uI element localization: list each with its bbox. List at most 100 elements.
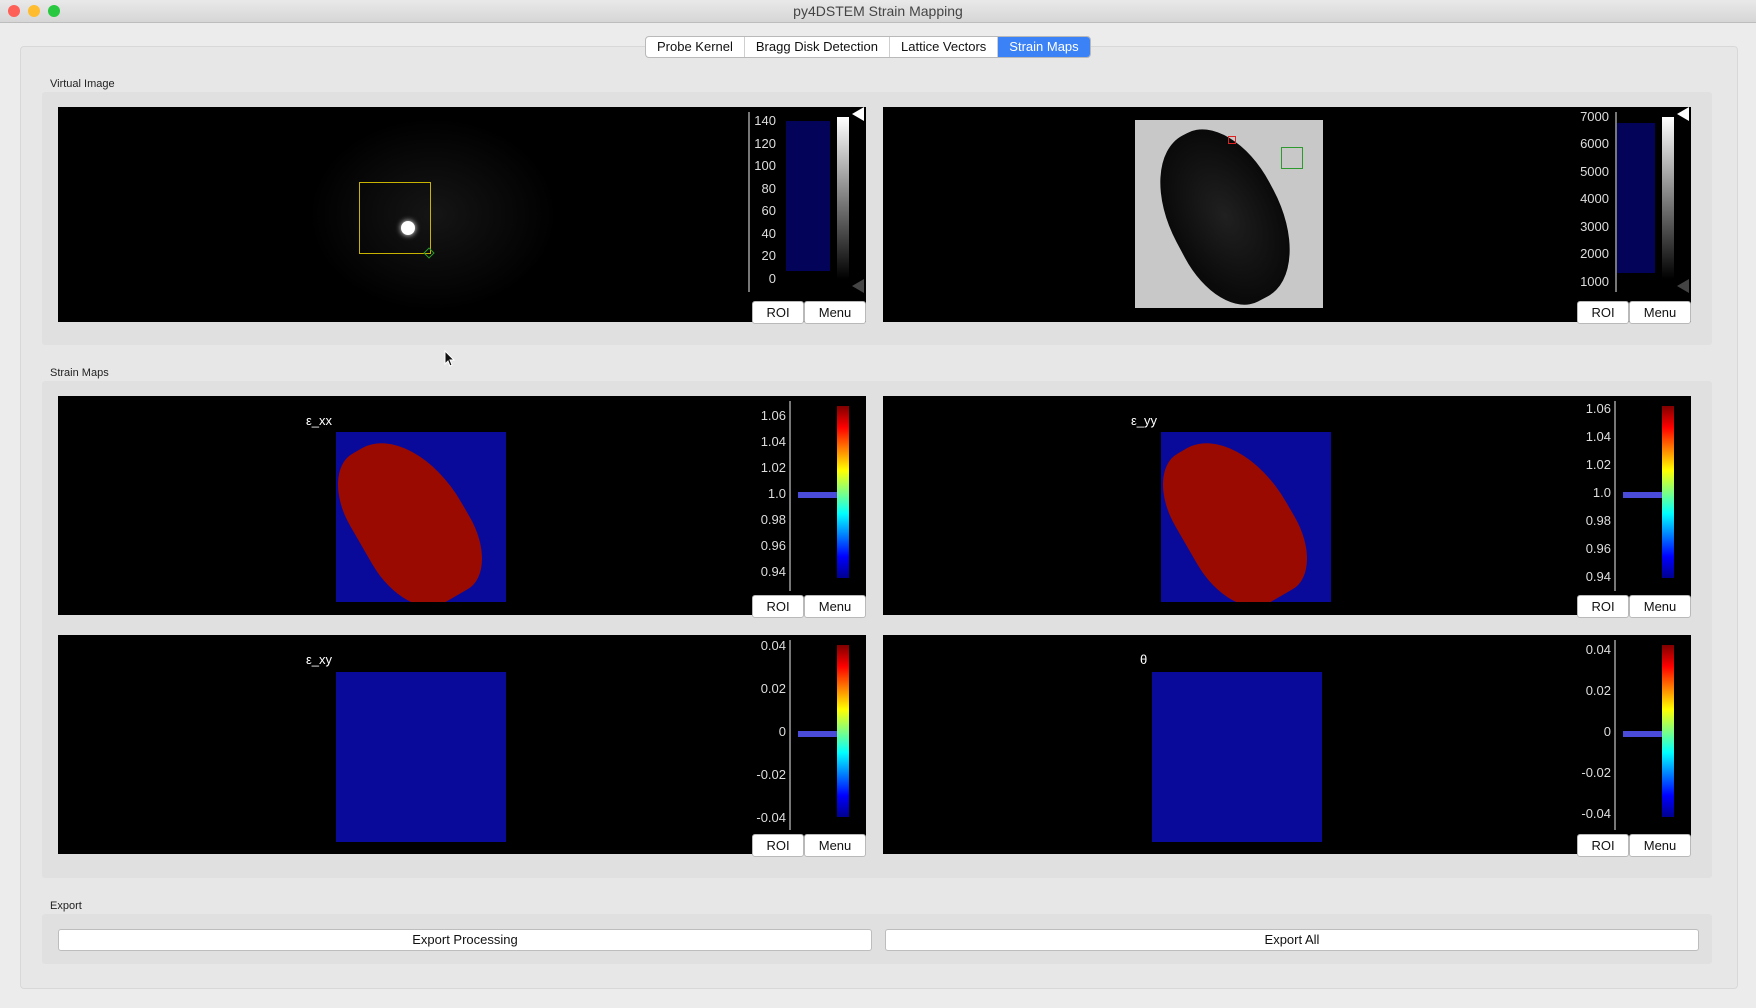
- tick-label: 40: [761, 226, 776, 241]
- tick-label: 80: [761, 181, 776, 196]
- strain-map-label: ε_xy: [306, 652, 333, 667]
- menu-button[interactable]: Menu: [1629, 834, 1691, 857]
- strain-map-exx-panel[interactable]: ε_xx: [58, 396, 866, 615]
- histogram-axis: [1614, 640, 1616, 830]
- strain-map-image: [1161, 432, 1331, 602]
- tick-label: 0.02: [1585, 683, 1611, 698]
- tick-label: 2000: [1580, 246, 1609, 261]
- tick-label: 7000: [1580, 109, 1609, 124]
- histogram-axis: [1614, 401, 1616, 591]
- export-processing-button[interactable]: Export Processing: [58, 929, 872, 951]
- particle-shape: [1133, 109, 1317, 322]
- tick-label: 0: [778, 724, 786, 739]
- mouse-cursor-icon: [444, 349, 456, 373]
- tick-label: 0.94: [760, 564, 786, 579]
- tick-label: -0.02: [1581, 765, 1611, 780]
- tick-label: 4000: [1580, 191, 1609, 206]
- level-handle-icon[interactable]: [1677, 279, 1689, 293]
- roi-box[interactable]: [359, 182, 431, 254]
- level-handle-icon[interactable]: [852, 107, 864, 121]
- virtual-image-section-label: Virtual Image: [50, 78, 115, 90]
- tick-label: 140: [754, 113, 776, 128]
- title-bar: py4DSTEM Strain Mapping: [0, 0, 1756, 23]
- menu-button[interactable]: Menu: [804, 595, 866, 618]
- export-all-button[interactable]: Export All: [885, 929, 1699, 951]
- jet-colorbar: [1662, 406, 1674, 578]
- particle-strain-region: [1161, 432, 1326, 602]
- tick-label: 1000: [1580, 274, 1609, 289]
- strain-map-image: [336, 672, 506, 842]
- tick-label: 1.02: [760, 460, 786, 475]
- tick-label: -0.02: [756, 767, 786, 782]
- window-title: py4DSTEM Strain Mapping: [793, 3, 963, 19]
- histogram-icon: [1617, 123, 1655, 273]
- tick-label: 0.04: [760, 638, 786, 653]
- roi-button[interactable]: ROI: [1577, 834, 1629, 857]
- tick-label: 1.06: [760, 408, 786, 423]
- strain-maps-section-label: Strain Maps: [50, 367, 109, 379]
- jet-colorbar: [837, 406, 849, 578]
- roi-button[interactable]: ROI: [752, 595, 804, 618]
- tick-label: 0.98: [1585, 513, 1611, 528]
- level-handle-icon[interactable]: [1677, 107, 1689, 121]
- close-window-button[interactable]: [8, 5, 20, 17]
- central-beam-spot: [401, 221, 415, 235]
- tick-label: 1.04: [760, 434, 786, 449]
- histogram-icon: [1623, 492, 1663, 498]
- strain-map-image: [336, 432, 506, 602]
- tick-label: 1.0: [1592, 485, 1611, 500]
- reference-roi-box[interactable]: [1281, 147, 1303, 169]
- histogram-axis: [789, 401, 791, 591]
- tick-label: 100: [754, 158, 776, 173]
- zoom-window-button[interactable]: [48, 5, 60, 17]
- histogram-icon: [786, 121, 830, 271]
- tick-label: 5000: [1580, 164, 1609, 179]
- tab-probe-kernel[interactable]: Probe Kernel: [646, 37, 745, 57]
- roi-button[interactable]: ROI: [752, 301, 804, 324]
- histogram-icon: [1623, 731, 1663, 737]
- tick-label: 1.0: [767, 486, 786, 501]
- tick-label: 0: [1603, 724, 1611, 739]
- menu-button[interactable]: Menu: [804, 301, 866, 324]
- tick-label: 3000: [1580, 219, 1609, 234]
- tick-label: 1.04: [1585, 429, 1611, 444]
- roi-button[interactable]: ROI: [752, 834, 804, 857]
- tick-label: 120: [754, 136, 776, 151]
- grayscale-colorbar: [1662, 117, 1674, 279]
- diffraction-pattern: [308, 117, 558, 312]
- probe-position-marker[interactable]: [1228, 136, 1236, 144]
- level-handle-icon[interactable]: [852, 279, 864, 293]
- tick-label: 0.02: [760, 681, 786, 696]
- tick-label: 60: [761, 203, 776, 218]
- strain-map-theta-panel[interactable]: θ: [883, 635, 1691, 854]
- histogram-icon: [798, 731, 838, 737]
- tick-label: 0.96: [760, 538, 786, 553]
- particle-strain-region: [336, 432, 501, 602]
- tab-bar: Probe Kernel Bragg Disk Detection Lattic…: [645, 36, 1091, 58]
- strain-map-image: [1152, 672, 1322, 842]
- tick-label: 0.96: [1585, 541, 1611, 556]
- tab-bragg-disk-detection[interactable]: Bragg Disk Detection: [745, 37, 891, 57]
- minimize-window-button[interactable]: [28, 5, 40, 17]
- histogram-icon: [798, 492, 838, 498]
- tab-lattice-vectors[interactable]: Lattice Vectors: [890, 37, 999, 57]
- tick-label: -0.04: [756, 810, 786, 825]
- tick-label: 0.04: [1585, 642, 1611, 657]
- tab-strain-maps[interactable]: Strain Maps: [998, 37, 1090, 57]
- tick-label: 1.02: [1585, 457, 1611, 472]
- strain-map-label: ε_yy: [1131, 413, 1158, 428]
- jet-colorbar: [1662, 645, 1674, 817]
- menu-button[interactable]: Menu: [1629, 595, 1691, 618]
- tick-label: 0.98: [760, 512, 786, 527]
- roi-button[interactable]: ROI: [1577, 595, 1629, 618]
- jet-colorbar: [837, 645, 849, 817]
- roi-button[interactable]: ROI: [1577, 301, 1629, 324]
- menu-button[interactable]: Menu: [1629, 301, 1691, 324]
- export-section-label: Export: [50, 900, 82, 912]
- menu-button[interactable]: Menu: [804, 834, 866, 857]
- tick-label: -0.04: [1581, 806, 1611, 821]
- strain-map-label: ε_xx: [306, 413, 333, 428]
- tick-label: 0.94: [1585, 569, 1611, 584]
- tick-label: 6000: [1580, 136, 1609, 151]
- grayscale-colorbar: [837, 117, 849, 279]
